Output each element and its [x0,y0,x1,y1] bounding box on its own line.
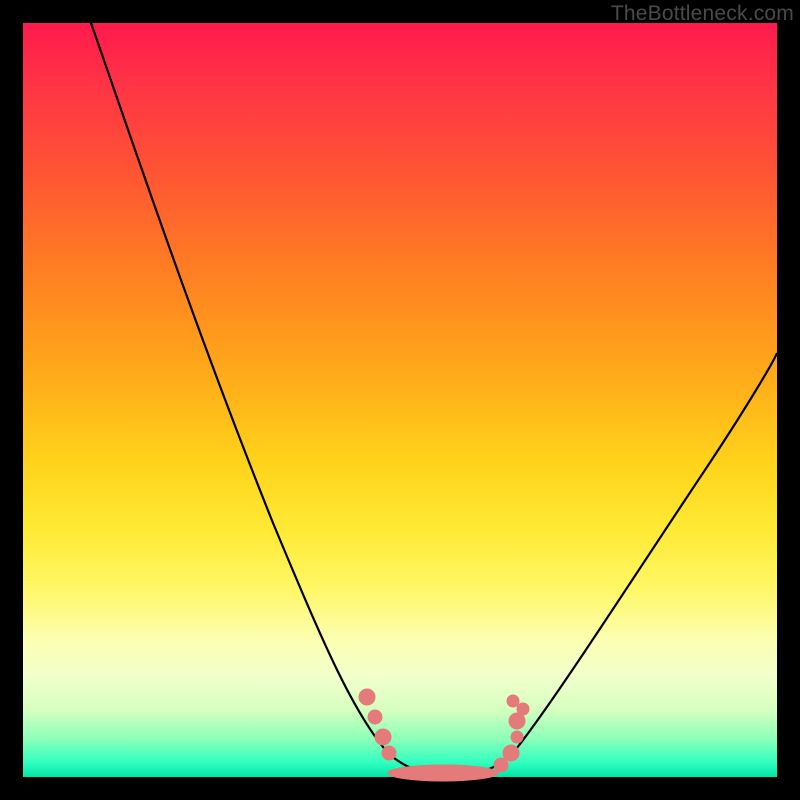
chart-frame: TheBottleneck.com [0,0,800,800]
highlight-dot [507,695,519,707]
chart-svg [23,23,777,777]
highlight-bar [388,765,498,781]
highlight-dot [511,731,523,743]
highlight-dot [517,703,529,715]
highlight-dot [503,745,519,761]
watermark-text: TheBottleneck.com [611,2,794,26]
bottleneck-curve [91,23,777,775]
highlight-dot [368,710,382,724]
highlight-dot [375,729,391,745]
chart-plot-area [23,23,777,777]
highlight-dot [494,758,508,772]
highlight-dot [382,746,396,760]
highlight-dot [359,689,375,705]
highlight-dots-group [359,689,529,781]
